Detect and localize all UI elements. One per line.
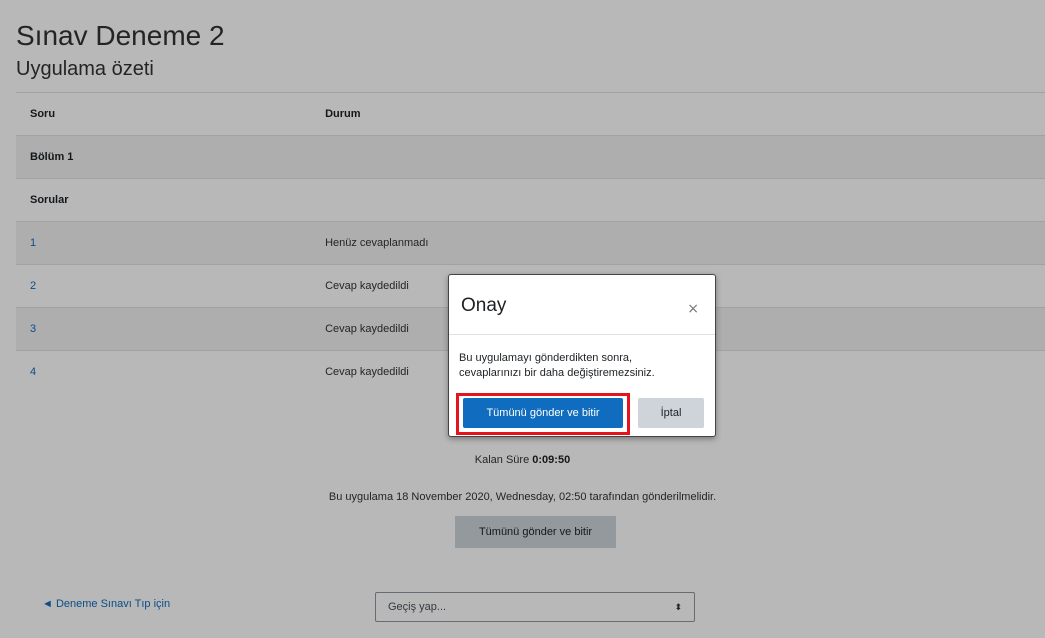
dialog-message: Bu uygulamayı gönderdikten sonra, cevapl… [459, 351, 709, 381]
close-icon[interactable]: × [687, 301, 699, 317]
dialog-title: Onay [461, 295, 507, 316]
confirm-dialog: Onay × Bu uygulamayı gönderdikten sonra,… [448, 274, 716, 437]
dialog-message-line: cevaplarınızı bir daha değiştiremezsiniz… [459, 367, 655, 379]
dialog-header: Onay × [449, 275, 715, 335]
confirm-submit-button[interactable]: Tümünü gönder ve bitir [463, 398, 623, 428]
dialog-message-line: Bu uygulamayı gönderdikten sonra, [459, 352, 633, 364]
cancel-button[interactable]: İptal [638, 398, 704, 428]
